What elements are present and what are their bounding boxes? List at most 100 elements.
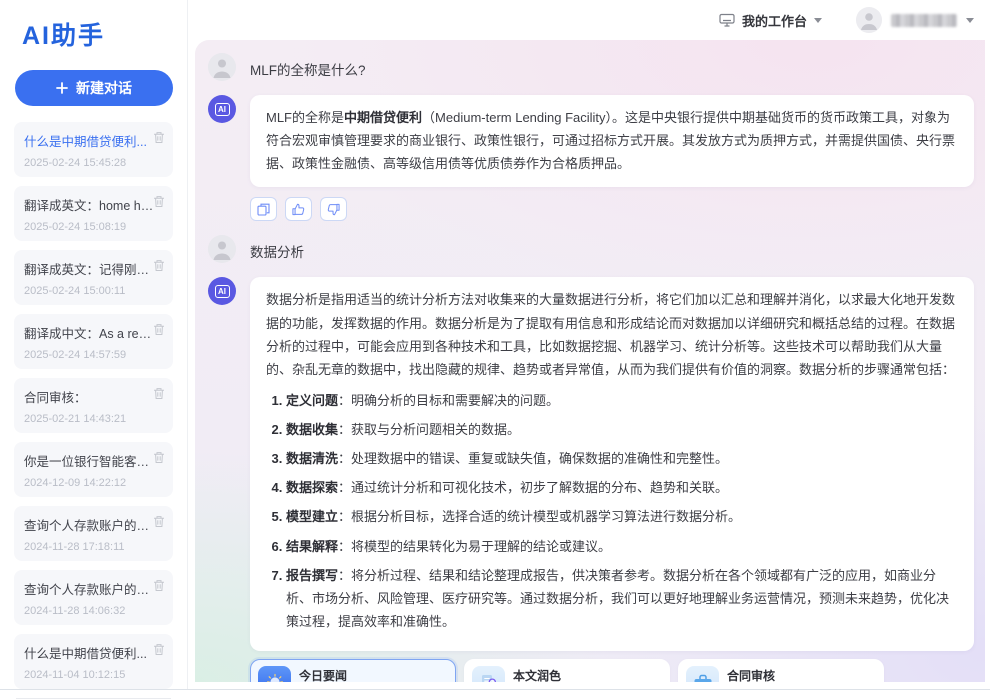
history-item[interactable]: 你是一位银行智能客服，... 2024-12-09 14:22:12 <box>14 442 173 497</box>
chat-area: MLF的全称是什么? AI MLF的全称是中期借贷便利（Medium-term … <box>195 40 985 682</box>
user-question: 数据分析 <box>250 235 304 261</box>
history-time: 2025-02-24 15:08:19 <box>24 221 163 233</box>
analysis-steps-list: 定义问题：明确分析的目标和需要解决的问题。 数据收集：获取与分析问题相关的数据。… <box>286 389 958 633</box>
history-title: 翻译成中文：As a reader... <box>24 323 154 342</box>
workspace-label: 我的工作台 <box>742 11 807 30</box>
history-time: 2025-02-24 15:00:11 <box>24 285 163 297</box>
ai-avatar-label: AI <box>215 285 230 298</box>
history-time: 2024-12-09 14:22:12 <box>24 477 163 489</box>
step-item: 数据清洗：处理数据中的错误、重复或缺失值，确保数据的准确性和完整性。 <box>286 447 958 470</box>
message-actions <box>250 197 974 221</box>
history-title: 你是一位银行智能客服，... <box>24 451 154 470</box>
delete-icon[interactable] <box>153 387 165 405</box>
delete-icon[interactable] <box>153 643 165 661</box>
step-term: 定义问题 <box>286 393 338 408</box>
answer-intro: 数据分析是指用适当的统计分析方法对收集来的大量数据进行分析，将它们加以汇总和理解… <box>266 292 955 376</box>
history-item[interactable]: 合同审核： 2025-02-21 14:43:21 <box>14 378 173 433</box>
step-term: 报告撰写 <box>286 568 338 583</box>
app-logo: AI助手 <box>22 16 173 52</box>
step-term: 数据探索 <box>286 480 338 495</box>
step-term: 结果解释 <box>286 539 338 554</box>
delete-icon[interactable] <box>153 195 165 213</box>
copy-icon <box>257 203 270 216</box>
user-menu[interactable] <box>856 7 974 33</box>
history-time: 2024-11-28 17:18:11 <box>24 541 163 553</box>
monitor-icon <box>719 13 735 27</box>
step-desc: ：将模型的结果转化为易于理解的结论或建议。 <box>338 539 611 554</box>
user-message: 数据分析 <box>208 235 974 263</box>
workspace-menu[interactable]: 我的工作台 <box>719 11 822 30</box>
user-avatar-icon <box>208 53 236 81</box>
step-desc: ：明确分析的目标和需要解决的问题。 <box>338 393 559 408</box>
delete-icon[interactable] <box>153 323 165 341</box>
step-desc: ：将分析过程、结果和结论整理成报告，供决策者参考。数据分析在各个领域都有广泛的应… <box>286 568 949 629</box>
thumbs-down-button[interactable] <box>320 197 347 221</box>
history-item[interactable]: 翻译成英文：home home 2025-02-24 15:08:19 <box>14 186 173 241</box>
answer-text: MLF的全称是 <box>266 110 344 125</box>
step-item: 数据探索：通过统计分析和可视化技术，初步了解数据的分布、趋势和关联。 <box>286 476 958 499</box>
ai-avatar-label: AI <box>215 103 230 116</box>
lightbulb-icon <box>258 666 291 682</box>
delete-icon[interactable] <box>153 259 165 277</box>
history-title: 什么是中期借贷便利... <box>24 643 154 662</box>
step-item: 数据收集：获取与分析问题相关的数据。 <box>286 418 958 441</box>
app-window: AI助手 新建对话 什么是中期借贷便利... 2025-02-24 15:45:… <box>0 0 990 690</box>
new-chat-label: 新建对话 <box>76 78 132 98</box>
step-item: 定义问题：明确分析的目标和需要解决的问题。 <box>286 389 958 412</box>
history-title: 查询个人存款账户的最新... <box>24 579 154 598</box>
history-title: 查询个人存款账户的最新... <box>24 515 154 534</box>
quick-cards-grid: 今日要闻您可以问我，例如：今日要闻，我会尽力提供准确和可靠的答案。 本文润色我会… <box>250 659 884 682</box>
topbar: 我的工作台 <box>189 0 990 40</box>
thumbs-down-icon <box>327 203 340 216</box>
delete-icon[interactable] <box>153 451 165 469</box>
card-title: 合同审核 <box>727 667 874 682</box>
ai-avatar-icon: AI <box>208 95 236 123</box>
history-title: 合同审核： <box>24 387 154 406</box>
ai-avatar-icon: AI <box>208 277 236 305</box>
history-time: 2024-11-28 14:06:32 <box>24 605 163 617</box>
history-item[interactable]: 什么是中期借贷便利... 2025-02-24 15:45:28 <box>14 122 173 177</box>
history-item[interactable]: 什么是中期借贷便利... 2024-11-04 10:12:15 <box>14 634 173 689</box>
history-time: 2025-02-24 14:57:59 <box>24 349 163 361</box>
history-time: 2025-02-21 14:43:21 <box>24 413 163 425</box>
history-item[interactable]: 翻译成英文：记得刚开始... 2025-02-24 15:00:11 <box>14 250 173 305</box>
card-title: 今日要闻 <box>299 667 446 682</box>
step-item: 模型建立：根据分析目标，选择合适的统计模型或机器学习算法进行数据分析。 <box>286 505 958 528</box>
step-desc: ：通过统计分析和可视化技术，初步了解数据的分布、趋势和关联。 <box>338 480 728 495</box>
history-title: 翻译成英文：home home <box>24 195 154 214</box>
plus-icon <box>56 82 68 94</box>
history-item[interactable]: 翻译成中文：As a reader... 2025-02-24 14:57:59 <box>14 314 173 369</box>
step-desc: ：获取与分析问题相关的数据。 <box>338 422 520 437</box>
thumbs-up-icon <box>292 203 305 216</box>
ai-answer-bubble: 数据分析是指用适当的统计分析方法对收集来的大量数据进行分析，将它们加以汇总和理解… <box>250 277 974 651</box>
chevron-down-icon <box>966 18 974 23</box>
history-item[interactable]: 查询个人存款账户的最新... 2024-11-28 14:06:32 <box>14 570 173 625</box>
step-item: 报告撰写：将分析过程、结果和结论整理成报告，供决策者参考。数据分析在各个领域都有… <box>286 564 958 633</box>
step-term: 数据清洗 <box>286 451 338 466</box>
card-today-news[interactable]: 今日要闻您可以问我，例如：今日要闻，我会尽力提供准确和可靠的答案。 <box>250 659 456 682</box>
card-text-polish[interactable]: 本文润色我会帮助您进行您输入的文本润色，提高文本的流畅度和表达效果。 <box>464 659 670 682</box>
new-chat-button[interactable]: 新建对话 <box>15 70 173 106</box>
delete-icon[interactable] <box>153 131 165 149</box>
delete-icon[interactable] <box>153 579 165 597</box>
copy-button[interactable] <box>250 197 277 221</box>
thumbs-up-button[interactable] <box>285 197 312 221</box>
user-question: MLF的全称是什么? <box>250 53 366 79</box>
ai-answer-bubble: MLF的全称是中期借贷便利（Medium-term Lending Facili… <box>250 95 974 187</box>
step-desc: ：根据分析目标，选择合适的统计模型或机器学习算法进行数据分析。 <box>338 509 741 524</box>
history-title: 翻译成英文：记得刚开始... <box>24 259 154 278</box>
step-desc: ：处理数据中的错误、重复或缺失值，确保数据的准确性和完整性。 <box>338 451 728 466</box>
card-title: 本文润色 <box>513 667 660 682</box>
card-contract-review[interactable]: 合同审核您可以上传文件，我会有效地进行合同审核，确保合同满足您的业务需求。 <box>678 659 884 682</box>
username-redacted <box>891 14 957 27</box>
chevron-down-icon <box>814 18 822 23</box>
avatar <box>856 7 882 33</box>
history-item[interactable]: 查询个人存款账户的最新... 2024-11-28 17:18:11 <box>14 506 173 561</box>
delete-icon[interactable] <box>153 515 165 533</box>
briefcase-icon <box>686 666 719 682</box>
step-term: 数据收集 <box>286 422 338 437</box>
document-search-icon <box>472 666 505 682</box>
quick-cards-area: 今日要闻您可以问我，例如：今日要闻，我会尽力提供准确和可靠的答案。 本文润色我会… <box>250 659 974 682</box>
user-avatar-icon <box>208 235 236 263</box>
step-item: 结果解释：将模型的结果转化为易于理解的结论或建议。 <box>286 535 958 558</box>
